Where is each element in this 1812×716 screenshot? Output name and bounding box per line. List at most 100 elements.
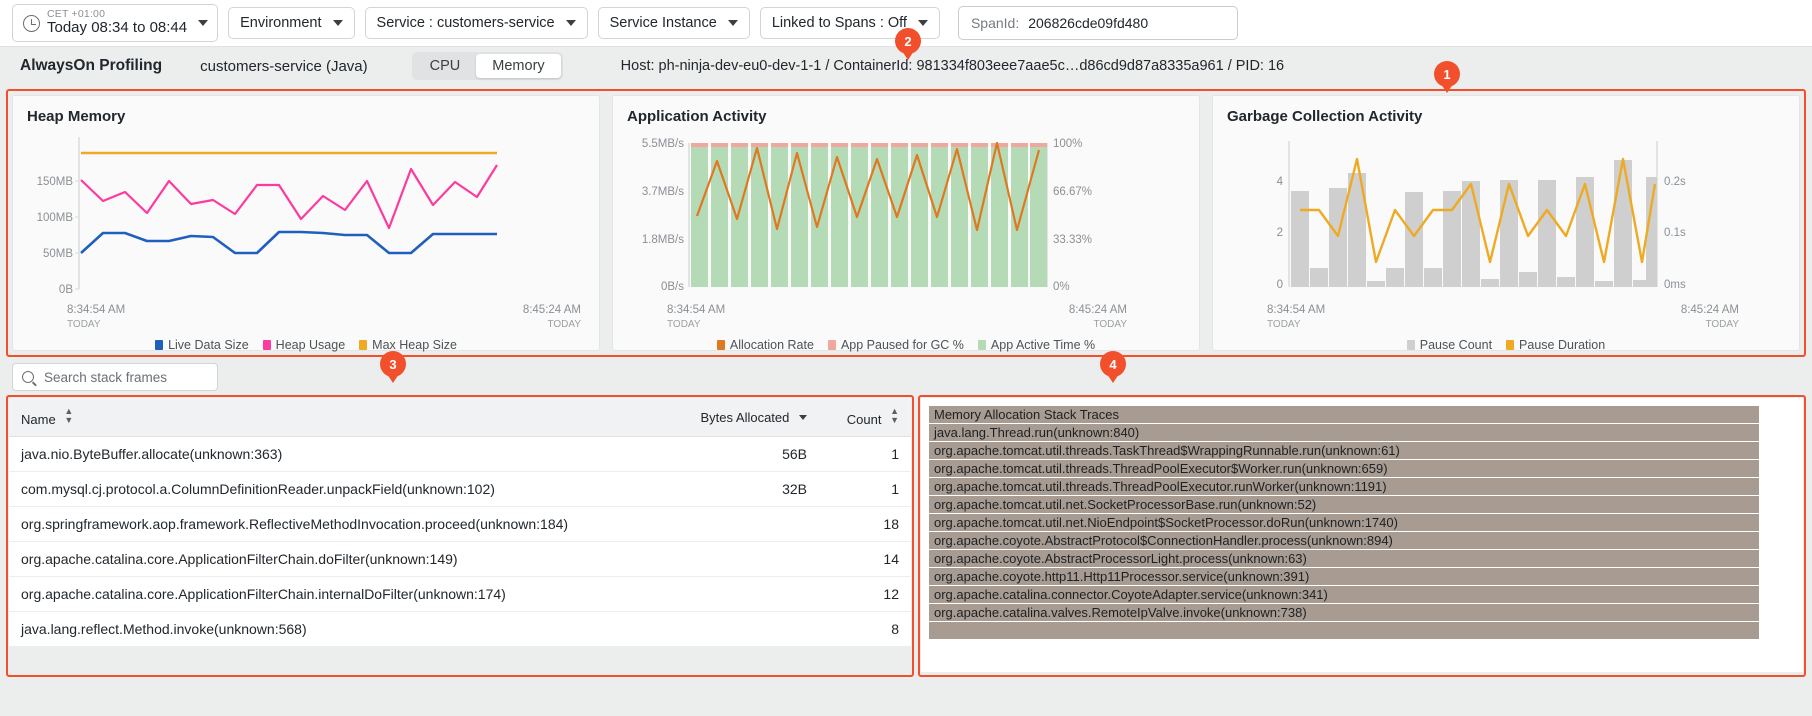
svg-text:0: 0 (1277, 279, 1283, 291)
flame-frame[interactable]: org.apache.coyote.AbstractProcessorLight… (929, 550, 1761, 567)
svg-text:100MB: 100MB (37, 212, 74, 224)
flame-frame[interactable]: org.apache.tomcat.util.net.SocketProcess… (929, 496, 1761, 513)
legend-label: Allocation Rate (729, 337, 814, 352)
flame-frame[interactable]: java.lang.Thread.run(unknown:840) (929, 424, 1761, 441)
application-activity-svg: 5.5MB/s 3.7MB/s 1.8MB/s 0B/s 100% 66.67%… (642, 138, 1092, 293)
cell-bytes: 32B (669, 471, 819, 507)
application-activity-xaxis: 8:34:54 AM TODAY 8:45:24 AM TODAY (627, 301, 1185, 332)
svg-text:50MB: 50MB (43, 248, 73, 260)
flame-frame[interactable]: org.apache.tomcat.util.threads.ThreadPoo… (929, 460, 1761, 477)
chart-application-activity: Application Activity 5.5MB/s 3.7MB/s 1.8… (612, 95, 1200, 352)
tab-memory[interactable]: Memory (476, 54, 561, 78)
svg-text:0B/s: 0B/s (661, 281, 684, 293)
column-header-count[interactable]: Count ▲ ▼ (819, 398, 911, 437)
time-range-label: Today 08:34 to 08:44 (47, 19, 188, 37)
garbage-collection-plot[interactable]: 4 2 0 0.2s 0.1s 0ms (1227, 129, 1785, 301)
cell-name: java.lang.reflect.Method.invoke(unknown:… (9, 611, 669, 647)
flame-frame[interactable]: org.apache.coyote.http11.Http11Processor… (929, 568, 1761, 585)
cell-count: 1 (819, 471, 911, 507)
legend-item-pause-duration[interactable]: Pause Duration (1506, 338, 1605, 352)
table-row[interactable]: org.apache.catalina.core.ApplicationFilt… (9, 541, 911, 577)
flame-frame[interactable]: org.apache.catalina.valves.RemoteIpValve… (929, 604, 1761, 621)
xaxis-end-day: TODAY (1093, 319, 1127, 331)
xaxis-end: 8:45:24 AM TODAY (1681, 303, 1781, 332)
cell-count: 8 (819, 611, 911, 647)
flame-frame[interactable]: org.apache.tomcat.util.threads.ThreadPoo… (929, 478, 1761, 495)
svg-text:0B: 0B (59, 284, 73, 296)
cell-name: org.apache.catalina.core.ApplicationFilt… (9, 576, 669, 612)
xaxis-end: 8:45:24 AM TODAY (523, 303, 581, 332)
flamegraph[interactable]: Memory Allocation Stack Traces java.lang… (921, 398, 1803, 672)
table-row[interactable]: com.mysql.cj.protocol.a.ColumnDefinition… (9, 471, 911, 507)
chart-title-garbage-collection-activity: Garbage Collection Activity (1227, 108, 1423, 125)
cell-count: 14 (819, 541, 911, 577)
stack-frames-table-wrap: 3 Name ▲ ▼ Bytes Allocated Count ▲ ▼ jav… (6, 351, 914, 677)
xaxis-start-time: 8:34:54 AM (1267, 304, 1326, 316)
flame-frame[interactable]: org.apache.catalina.connector.CoyoteAdap… (929, 586, 1761, 603)
search-section (0, 357, 1812, 395)
charts-section: Heap Memory 150MB 100MB 50MB 0B 8:34:54 … (6, 89, 1806, 357)
legend-item-heap-usage[interactable]: Heap Usage (262, 337, 346, 352)
flamegraph-wrap: 4 Memory Allocation Stack Traces java.la… (918, 351, 1806, 677)
legend-swatch (262, 339, 271, 350)
column-label: Name (21, 412, 56, 427)
flame-frame[interactable]: org.apache.coyote.AbstractProtocol$Conne… (929, 532, 1761, 549)
environment-label: Environment (240, 15, 322, 31)
search-stack-frames[interactable] (12, 363, 218, 391)
legend-swatch (359, 339, 368, 350)
column-header-bytes-allocated[interactable]: Bytes Allocated (669, 398, 819, 437)
application-activity-plot[interactable]: 5.5MB/s 3.7MB/s 1.8MB/s 0B/s 100% 66.67%… (627, 129, 1185, 301)
cell-name: org.apache.catalina.core.ApplicationFilt… (9, 541, 669, 577)
service-label: Service : customers-service (376, 15, 555, 31)
svg-text:150MB: 150MB (37, 176, 74, 188)
garbage-collection-legend: Pause Count Pause Duration (1227, 338, 1785, 352)
environment-dropdown[interactable]: Environment (228, 7, 355, 39)
tab-cpu[interactable]: CPU (414, 54, 477, 78)
flame-frame[interactable]: org.apache.tomcat.util.net.NioEndpoint$S… (929, 514, 1761, 531)
xaxis-start-day: TODAY (667, 319, 701, 331)
xaxis-end-time: 8:45:24 AM (1680, 304, 1739, 316)
heap-memory-plot[interactable]: 150MB 100MB 50MB 0B (27, 129, 585, 301)
legend-item-allocation-rate[interactable]: Allocation Rate (716, 337, 814, 352)
flame-frame[interactable]: org.apache.tomcat.util.threads.TaskThrea… (929, 442, 1761, 459)
heap-memory-legend: Live Data Size Heap Usage Max Heap Size (27, 338, 585, 352)
svg-text:2: 2 (1277, 227, 1283, 239)
table-row[interactable]: java.lang.reflect.Method.invoke(unknown:… (9, 611, 911, 647)
service-dropdown[interactable]: Service : customers-service (364, 7, 588, 39)
svg-text:100%: 100% (1053, 138, 1082, 150)
chart-title-heap-memory: Heap Memory (27, 108, 126, 125)
span-id-field[interactable]: SpanId: 206826cde09fd480 (957, 6, 1238, 40)
table-row[interactable]: org.apache.catalina.core.ApplicationFilt… (9, 576, 911, 612)
table-row[interactable]: java.nio.ByteBuffer.allocate(unknown:363… (9, 436, 911, 472)
heap-memory-svg: 150MB 100MB 50MB 0B (37, 137, 498, 296)
service-instance-dropdown[interactable]: Service Instance (597, 7, 750, 39)
time-range-picker[interactable]: CET +01:00 Today 08:34 to 08:44 (12, 4, 219, 42)
svg-text:0ms: 0ms (1664, 279, 1686, 291)
legend-item-max-heap-size[interactable]: Max Heap Size (359, 338, 457, 352)
legend-label: Heap Usage (275, 337, 346, 352)
bottom-section: 3 Name ▲ ▼ Bytes Allocated Count ▲ ▼ jav… (0, 351, 1812, 677)
legend-label: Live Data Size (168, 337, 249, 352)
cell-name: org.springframework.aop.framework.Reflec… (9, 506, 669, 542)
legend-item-app-paused-for-gc[interactable]: App Paused for GC % (827, 338, 964, 352)
search-icon (22, 371, 34, 383)
legend-swatch (977, 339, 986, 350)
cell-bytes (669, 541, 819, 577)
xaxis-end-day: TODAY (1705, 319, 1739, 331)
flame-frame[interactable] (929, 622, 1761, 639)
flame-frame[interactable]: Memory Allocation Stack Traces (929, 406, 1761, 423)
svg-text:0%: 0% (1053, 281, 1070, 293)
cell-name: com.mysql.cj.protocol.a.ColumnDefinition… (9, 471, 669, 507)
column-header-name[interactable]: Name ▲ ▼ (9, 398, 669, 437)
table-row[interactable]: org.springframework.aop.framework.Reflec… (9, 506, 911, 542)
legend-item-pause-count[interactable]: Pause Count (1406, 338, 1492, 352)
table-header-row: Name ▲ ▼ Bytes Allocated Count ▲ ▼ (9, 398, 911, 437)
search-input[interactable] (42, 368, 208, 386)
legend-item-app-active-time[interactable]: App Active Time % (977, 338, 1095, 352)
svg-text:33.33%: 33.33% (1053, 234, 1092, 246)
application-activity-legend: Allocation Rate App Paused for GC % App … (627, 338, 1185, 352)
cell-bytes (669, 611, 819, 647)
legend-item-live-data-size[interactable]: Live Data Size (155, 338, 249, 352)
callout-4: 4 (1100, 351, 1126, 383)
garbage-collection-svg: 4 2 0 0.2s 0.1s 0ms (1277, 141, 1686, 291)
